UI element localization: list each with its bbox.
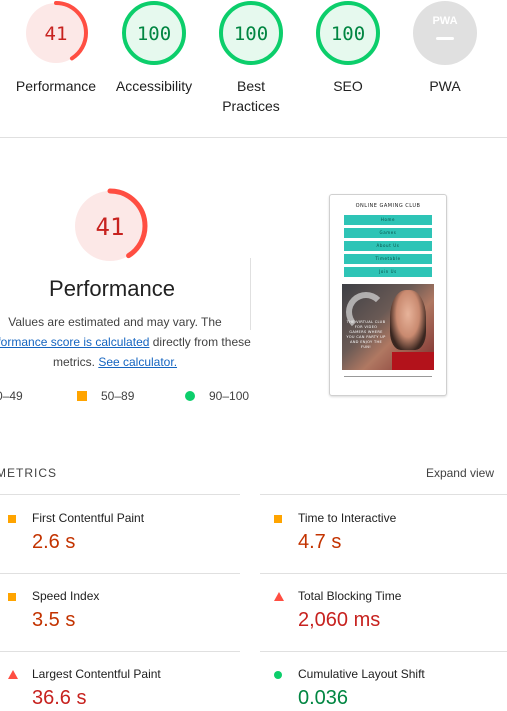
performance-desc-line2-text: directly from these (149, 335, 251, 349)
gauge-label-pwa: PWA (429, 78, 461, 94)
average-square-icon (274, 515, 282, 523)
thumb-nav-item: About Us (344, 241, 432, 251)
metric-value: 36.6 s (32, 687, 87, 709)
thumb-nav: Home Games About Us Timetable Join Us (344, 215, 432, 277)
gauge-best-practices[interactable]: 100 Best Practices (201, 0, 301, 116)
pwa-badge-icon: PWA (413, 1, 477, 65)
metrics-rule (0, 651, 240, 652)
metrics-rule (0, 573, 240, 574)
thumb-nav-item: Join Us (344, 267, 432, 277)
average-square-icon (77, 391, 87, 401)
thumb-site-title: ONLINE GAMING CLUB (355, 203, 421, 209)
metrics-heading: METRICS (0, 466, 57, 480)
section-divider (0, 137, 507, 138)
performance-desc-line3-text: metrics. (52, 355, 99, 369)
fail-triangle-icon (8, 670, 18, 679)
pwa-badge-text: PWA (432, 15, 457, 27)
thumb-nav-item: Home (344, 215, 432, 225)
thumb-footer-line (344, 376, 432, 377)
accessibility-gauge-ring: 100 (122, 1, 186, 65)
gamer-portrait (390, 290, 426, 350)
metrics-rule (0, 494, 240, 495)
thumb-hero-image: THE VIRTUAL CLUB FOR VIDEO GAMERS WHERE … (342, 284, 434, 370)
legend-fail: 0–49 (0, 389, 23, 403)
vertical-separator (250, 258, 251, 330)
legend-average: 50–89 (77, 389, 134, 403)
legend-fail-range: 0–49 (0, 389, 23, 403)
seo-gauge-ring: 100 (316, 1, 380, 65)
performance-gauge-score: 41 (45, 23, 68, 45)
legend-pass-range: 90–100 (209, 389, 250, 403)
metrics-rule (260, 651, 507, 652)
best-practices-gauge-ring: 100 (219, 1, 283, 65)
legend-average-range: 50–89 (101, 389, 135, 403)
metric-value: 3.5 s (32, 609, 76, 631)
metric-name: Time to Interactive (298, 511, 397, 525)
best-practices-gauge-score: 100 (234, 23, 268, 45)
gauge-pwa[interactable]: PWA PWA (395, 0, 495, 96)
seo-gauge-score: 100 (331, 23, 365, 45)
thumb-nav-item: Timetable (344, 254, 432, 264)
gauge-seo[interactable]: 100 SEO (298, 0, 398, 96)
performance-desc-line3: metrics. See calculator. (0, 352, 250, 372)
metrics-rule (260, 494, 507, 495)
metric-value: 2.6 s (32, 531, 76, 553)
expand-view-toggle[interactable]: Expand view (426, 466, 494, 480)
thumb-nav-item: Games (344, 228, 432, 238)
performance-description: Values are estimated and may vary. The p… (0, 312, 251, 372)
gauge-label-accessibility: Accessibility (115, 78, 193, 94)
metric-name: Cumulative Layout Shift (298, 667, 425, 681)
gauge-label-best-practices: Best Practices (222, 78, 280, 114)
see-calculator-link[interactable]: See calculator. (98, 355, 177, 369)
gauge-accessibility[interactable]: 100 Accessibility (104, 0, 204, 96)
performance-title: Performance (49, 276, 175, 301)
final-screenshot-thumbnail[interactable]: ONLINE GAMING CLUB Home Games About Us T… (329, 194, 447, 396)
metric-value: 2,060 ms (298, 609, 381, 631)
performance-desc-line2: performance score is calculated directly… (0, 332, 251, 352)
metric-name: Speed Index (32, 589, 100, 603)
pass-circle-icon (274, 671, 282, 679)
accessibility-gauge-score: 100 (137, 23, 171, 45)
legend-pass: 90–100 (185, 389, 249, 403)
metric-name: First Contentful Paint (32, 511, 145, 525)
performance-large-gauge: 41 (72, 188, 148, 264)
metric-value: 0.036 (298, 687, 349, 709)
average-square-icon (8, 593, 16, 601)
performance-large-score: 41 (96, 213, 125, 241)
gauge-label-seo: SEO (333, 78, 363, 94)
gauge-performance[interactable]: 41 Performance (6, 0, 106, 96)
performance-gauge-ring: 41 (24, 1, 88, 65)
score-calculated-link[interactable]: performance score is calculated (0, 335, 149, 349)
performance-desc-line1: Values are estimated and may vary. The (8, 315, 222, 329)
thumb-hero-text: THE VIRTUAL CLUB FOR VIDEO GAMERS WHERE … (346, 320, 386, 349)
average-square-icon (8, 515, 16, 523)
gauge-label-performance: Performance (15, 78, 97, 94)
pass-circle-icon (185, 391, 195, 401)
metric-name: Largest Contentful Paint (32, 667, 161, 681)
metric-name: Total Blocking Time (298, 589, 402, 603)
metrics-rule (260, 573, 507, 574)
metric-value: 4.7 s (298, 531, 342, 553)
red-top-shape (392, 352, 434, 370)
fail-triangle-icon (274, 592, 284, 601)
